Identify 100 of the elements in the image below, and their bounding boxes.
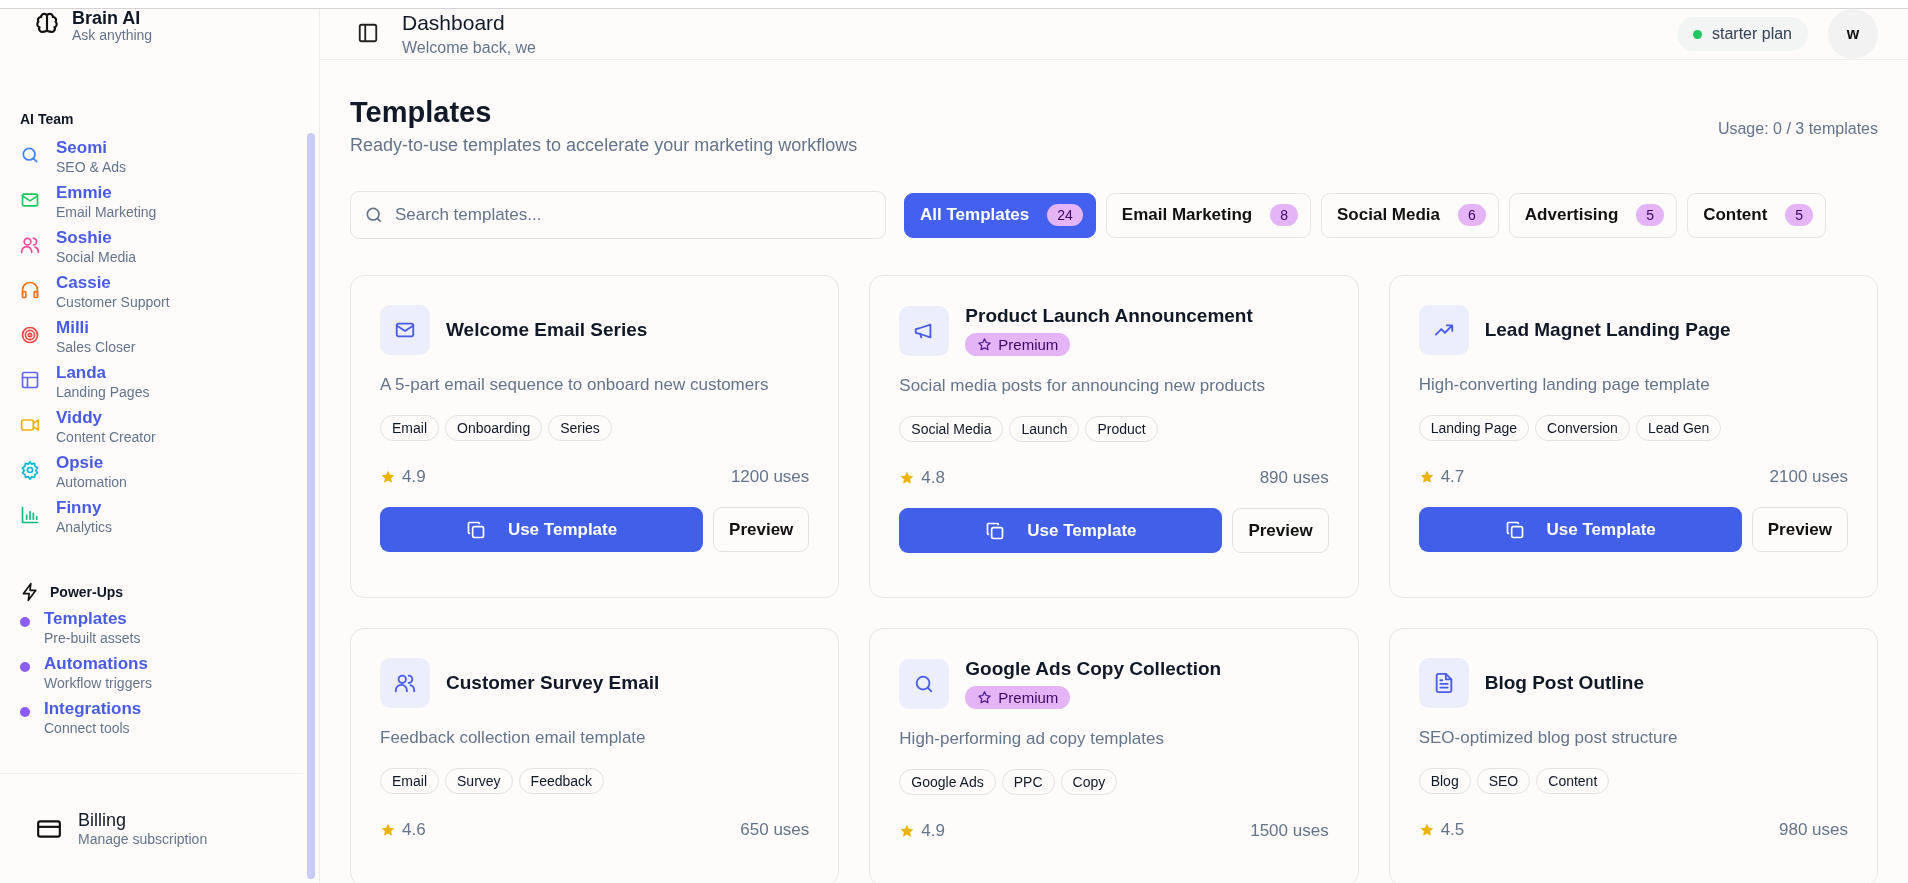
count-badge: 8: [1270, 204, 1299, 226]
card-title: Blog Post Outline: [1484, 672, 1645, 694]
uses-count: 980 uses: [1779, 820, 1848, 840]
card-description: SEO-optimized blog post structure: [1418, 728, 1679, 748]
agent-role: Content Creator: [56, 429, 156, 445]
card-title: Welcome Email Series: [446, 319, 648, 341]
agent-item[interactable]: Emmie Email Marketing: [0, 182, 303, 227]
filter-tab[interactable]: Social Media 6: [1321, 192, 1499, 238]
count-badge: 5: [1785, 204, 1814, 226]
card-title: Google Ads Copy Collection: [965, 658, 1222, 680]
agent-name: Opsie: [56, 452, 105, 474]
preview-button[interactable]: Preview: [1232, 508, 1329, 553]
page-title: Templates: [350, 96, 493, 129]
card-description: Social media posts for announcing new products: [899, 376, 1267, 396]
powerup-description: Workflow triggers: [44, 675, 152, 691]
agent-item[interactable]: Milli Sales Closer: [0, 317, 303, 362]
rating-value: 4.5: [1440, 820, 1465, 840]
agent-item[interactable]: Seomi SEO & Ads: [0, 137, 303, 182]
preview-button[interactable]: Preview: [1751, 507, 1848, 552]
agent-role: Email Marketing: [56, 204, 157, 220]
preview-button[interactable]: Preview: [713, 507, 810, 552]
dot-icon: [20, 707, 30, 717]
star-icon: [1418, 469, 1435, 485]
filter-tab[interactable]: Content 5: [1687, 192, 1827, 238]
agent-item[interactable]: Finny Analytics: [0, 497, 303, 542]
agent-name: Seomi: [56, 137, 109, 159]
user-avatar[interactable]: w: [1828, 9, 1878, 59]
card-description: High-performing ad copy templates: [899, 729, 1165, 749]
agent-name: Soshie: [56, 227, 113, 249]
agent-name: Emmie: [56, 182, 113, 204]
agent-item[interactable]: Soshie Social Media: [0, 227, 303, 272]
agent-role: Social Media: [56, 249, 137, 265]
header-subtitle: Welcome back, we: [402, 39, 537, 57]
powerup-item[interactable]: Templates Pre-built assets: [0, 608, 303, 653]
scrollbar-thumb[interactable]: [307, 133, 315, 879]
agent-name: Finny: [56, 497, 103, 519]
search-icon: [899, 658, 950, 709]
copy-icon: [1504, 519, 1525, 540]
star-icon: [1418, 822, 1435, 838]
card-title: Product Launch Announcement: [965, 305, 1253, 327]
rating-value: 4.8: [921, 468, 945, 488]
dot-icon: [20, 662, 30, 672]
brand-name: Brain AI: [72, 9, 142, 27]
section-heading: Power-Ups: [50, 584, 124, 600]
powerup-name: Integrations: [44, 698, 142, 720]
star-icon: [380, 822, 396, 838]
document-icon: [1418, 658, 1469, 708]
agent-name: Milli: [56, 317, 91, 339]
powerup-description: Pre-built assets: [44, 630, 141, 646]
star-icon: [899, 470, 916, 486]
agent-item[interactable]: Cassie Customer Support: [0, 272, 303, 317]
powerup-name: Templates: [44, 608, 128, 630]
count-badge: 5: [1636, 204, 1665, 226]
search-icon: [364, 205, 384, 225]
use-template-button[interactable]: Use Template: [899, 508, 1223, 553]
card-title: Lead Magnet Landing Page: [1484, 319, 1731, 341]
powerup-item[interactable]: Automations Workflow triggers: [0, 653, 303, 698]
agent-role: Automation: [56, 474, 127, 490]
header-title: Dashboard: [402, 11, 506, 35]
usage-text: Usage: 0 / 3 templates: [1717, 120, 1878, 138]
brand-tagline: Ask anything: [72, 27, 153, 43]
agent-name: Landa: [56, 362, 108, 384]
agent-name: Cassie: [56, 272, 112, 294]
powerup-item[interactable]: Integrations Connect tools: [0, 698, 303, 743]
use-template-button[interactable]: Use Template: [380, 507, 704, 552]
filter-tab[interactable]: All Templates 24: [904, 192, 1096, 238]
uses-count: 1500 uses: [1250, 821, 1329, 841]
uses-count: 890 uses: [1259, 468, 1329, 488]
star-outline-icon: [977, 337, 993, 352]
agent-item[interactable]: Viddy Content Creator: [0, 407, 303, 452]
star-icon: [899, 823, 916, 839]
rating-value: 4.7: [1440, 467, 1465, 487]
search-field[interactable]: Search templates...: [350, 191, 886, 239]
megaphone-icon: [899, 305, 950, 356]
agent-item[interactable]: Opsie Automation: [0, 452, 303, 497]
use-template-button[interactable]: Use Template: [1418, 507, 1742, 552]
card-title: Customer Survey Email: [446, 672, 660, 694]
plan-badge: starter plan: [1676, 17, 1808, 51]
section-heading: AI Team: [19, 111, 75, 127]
badge-label: Premium: [998, 336, 1059, 353]
star-outline-icon: [977, 690, 993, 705]
card-description: Feedback collection email template: [380, 728, 647, 748]
card-description: High-converting landing page template: [1418, 375, 1711, 395]
users-icon: [380, 658, 430, 708]
uses-count: 2100 uses: [1769, 467, 1848, 487]
star-icon: [380, 469, 396, 485]
uses-count: 650 uses: [740, 820, 810, 840]
billing-subtitle: Manage subscription: [78, 831, 208, 847]
rating-value: 4.6: [402, 820, 426, 840]
billing-item[interactable]: Billing Manage subscription: [0, 773, 303, 847]
rating-value: 4.9: [402, 467, 426, 487]
count-badge: 24: [1047, 204, 1083, 226]
agent-role: Sales Closer: [56, 339, 136, 355]
agent-item[interactable]: Landa Landing Pages: [0, 362, 303, 407]
dot-icon: [20, 617, 30, 627]
agent-role: Analytics: [56, 519, 113, 535]
lightning-icon: [20, 582, 40, 602]
filter-tab[interactable]: Advertising 5: [1508, 192, 1678, 238]
mail-icon: [380, 305, 430, 355]
filter-tab[interactable]: Email Marketing 8: [1105, 192, 1312, 238]
